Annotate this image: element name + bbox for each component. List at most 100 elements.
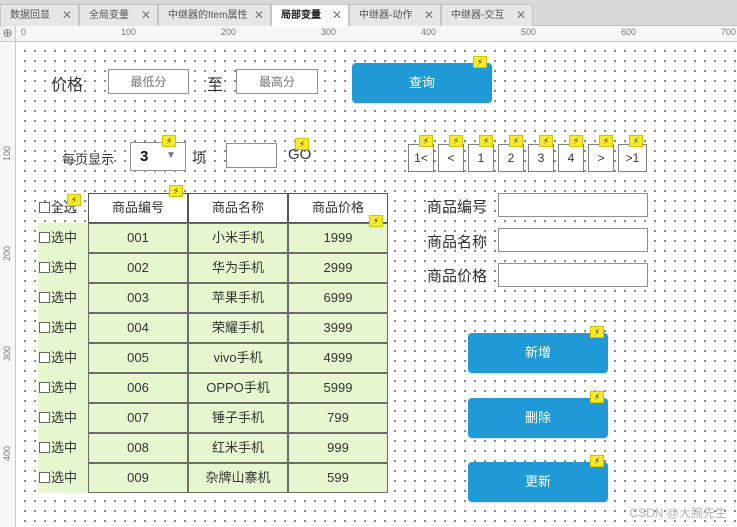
per-page-value: 3	[140, 148, 149, 165]
name-input[interactable]	[498, 228, 648, 252]
row-checkbox-label: 选中	[51, 290, 78, 305]
lightning-bolt-icon[interactable]: ⚡	[449, 135, 463, 147]
tab-repeater-item[interactable]: 中继器的Item属性 ✕	[158, 4, 271, 26]
lightning-bolt-icon[interactable]: ⚡	[162, 135, 176, 147]
lightning-bolt-icon[interactable]: ⚡	[169, 185, 183, 197]
lightning-bolt-icon[interactable]: ⚡	[473, 56, 487, 68]
lightning-bolt-icon[interactable]: ⚡	[479, 135, 493, 147]
lightning-bolt-icon[interactable]: ⚡	[590, 326, 604, 338]
to-label: 至	[207, 77, 224, 94]
lightning-bolt-icon[interactable]: ⚡	[590, 455, 604, 467]
row-checkbox[interactable]: 选中	[39, 403, 77, 433]
page-2-button[interactable]: 2	[498, 144, 524, 172]
update-button[interactable]: 更新	[468, 462, 608, 502]
cell-name: 锤子手机	[188, 403, 288, 433]
row-checkbox-label: 选中	[51, 470, 78, 485]
first-page-button[interactable]: 1<	[408, 144, 434, 172]
lightning-bolt-icon[interactable]: ⚡	[509, 135, 523, 147]
cell-price: 6999	[288, 283, 388, 313]
lightning-bolt-icon[interactable]: ⚡	[599, 135, 613, 147]
min-price-input[interactable]	[108, 69, 189, 94]
row-checkbox[interactable]: 选中	[39, 223, 77, 253]
cell-code: 002	[88, 253, 188, 283]
close-icon[interactable]: ✕	[516, 5, 526, 26]
ruler-tick: 0	[21, 27, 27, 37]
price-input[interactable]	[498, 263, 648, 287]
row-checkbox[interactable]: 选中	[39, 283, 77, 313]
ruler-tick: 400	[421, 27, 437, 37]
row-checkbox-label: 选中	[51, 380, 78, 395]
ruler-tick: 100	[2, 146, 12, 162]
ruler-tick: 400	[2, 446, 12, 462]
last-page-button[interactable]: >1	[618, 144, 647, 172]
watermark: CSDN @大腕先生	[629, 506, 727, 520]
price-field-label: 商品价格	[427, 268, 488, 285]
lightning-bolt-icon[interactable]: ⚡	[369, 215, 383, 227]
cell-name: vivo手机	[188, 343, 288, 373]
cell-price: 1999	[288, 223, 388, 253]
crosshair-icon[interactable]: ⊕	[0, 26, 16, 42]
tab-data-echo[interactable]: 数据回显 ✕	[0, 4, 79, 26]
cell-name: 苹果手机	[188, 283, 288, 313]
close-icon[interactable]: ✕	[332, 5, 342, 26]
page-3-button[interactable]: 3	[528, 144, 554, 172]
item-label: 项	[192, 150, 206, 166]
tab-label: 数据回显	[10, 10, 50, 21]
design-canvas[interactable]: 价格 至 查询 ⚡ 每页显示 3 ▼ ⚡ 项 GO ⚡ 1< < 1 2 3 4…	[17, 43, 737, 527]
close-icon[interactable]: ✕	[62, 5, 72, 26]
query-button[interactable]: 查询	[352, 63, 492, 103]
max-price-input[interactable]	[236, 69, 318, 94]
tab-local-vars[interactable]: 局部变量 ✕	[271, 4, 349, 27]
lightning-bolt-icon[interactable]: ⚡	[539, 135, 553, 147]
tab-global-vars[interactable]: 全局变量 ✕	[79, 4, 158, 26]
close-icon[interactable]: ✕	[254, 5, 264, 26]
vertical-ruler: 100 200 300 400	[0, 26, 16, 527]
cell-price: 799	[288, 403, 388, 433]
code-input[interactable]	[498, 193, 648, 217]
ruler-tick: 500	[521, 27, 537, 37]
lightning-bolt-icon[interactable]: ⚡	[569, 135, 583, 147]
lightning-bolt-icon[interactable]: ⚡	[295, 138, 309, 150]
row-checkbox[interactable]: 选中	[39, 433, 77, 463]
lightning-bolt-icon[interactable]: ⚡	[419, 135, 433, 147]
cell-code: 003	[88, 283, 188, 313]
row-checkbox[interactable]: 选中	[39, 373, 77, 403]
page-4-button[interactable]: 4	[558, 144, 584, 172]
ruler-tick: 100	[121, 27, 137, 37]
checkbox-icon	[39, 322, 50, 333]
row-checkbox[interactable]: 选中	[39, 253, 77, 283]
cell-code: 008	[88, 433, 188, 463]
prev-page-button[interactable]: <	[438, 144, 464, 172]
close-icon[interactable]: ✕	[424, 5, 434, 26]
tab-label: 全局变量	[89, 10, 129, 21]
add-button[interactable]: 新增	[468, 333, 608, 373]
lightning-bolt-icon[interactable]: ⚡	[629, 135, 643, 147]
checkbox-icon	[39, 262, 50, 273]
goto-page-input[interactable]	[226, 143, 277, 168]
row-checkbox[interactable]: 选中	[39, 313, 77, 343]
ruler-tick: 700	[721, 27, 737, 37]
row-checkbox-label: 选中	[51, 320, 78, 335]
next-page-button[interactable]: >	[588, 144, 614, 172]
row-checkbox[interactable]: 选中	[39, 463, 77, 493]
checkbox-icon	[39, 382, 50, 393]
tab-repeater-interaction[interactable]: 中继器-交互 ✕	[441, 4, 533, 26]
tab-repeater-action[interactable]: 中继器-动作 ✕	[349, 4, 441, 26]
lightning-bolt-icon[interactable]: ⚡	[67, 194, 81, 206]
name-label: 商品名称	[427, 234, 488, 251]
checkbox-icon	[39, 472, 50, 483]
horizontal-ruler: 0 100 200 300 400 500 600 700	[0, 26, 737, 42]
lightning-bolt-icon[interactable]: ⚡	[590, 391, 604, 403]
cell-price: 4999	[288, 343, 388, 373]
code-label: 商品编号	[427, 199, 488, 216]
ruler-tick: 300	[321, 27, 337, 37]
row-checkbox[interactable]: 选中	[39, 343, 77, 373]
delete-button[interactable]: 删除	[468, 398, 608, 438]
cell-code: 004	[88, 313, 188, 343]
row-checkbox-label: 选中	[51, 260, 78, 275]
per-page-select[interactable]: 3 ▼	[130, 142, 186, 171]
cell-price: 999	[288, 433, 388, 463]
close-icon[interactable]: ✕	[141, 5, 151, 26]
page-1-button[interactable]: 1	[468, 144, 494, 172]
ruler-tick: 200	[221, 27, 237, 37]
